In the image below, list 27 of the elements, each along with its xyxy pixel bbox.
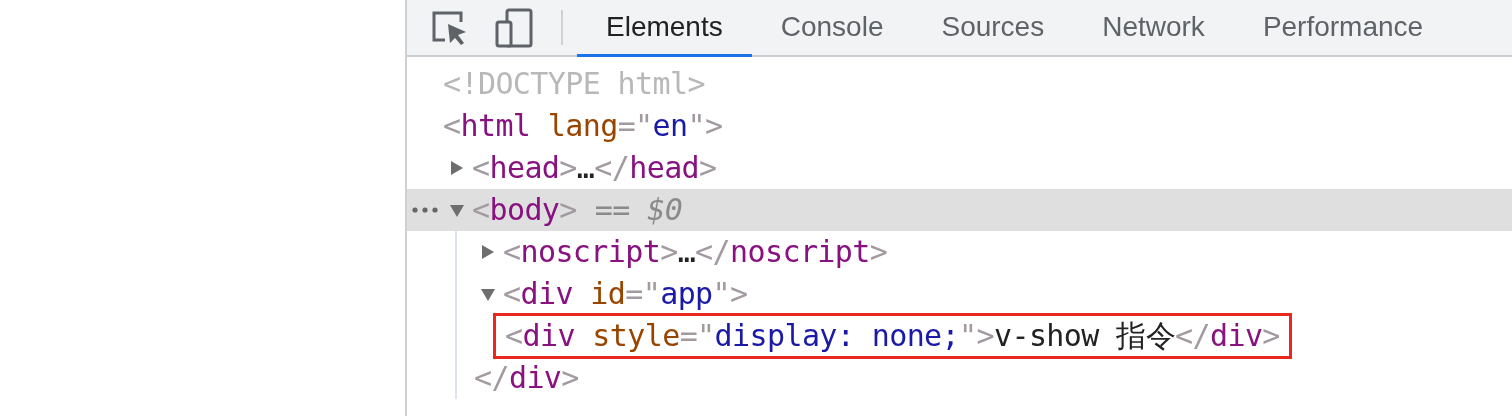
console-reference: == $0 (594, 191, 683, 229)
code-line: <div id="app"> (503, 275, 748, 313)
panel-tab[interactable]: Elements (577, 0, 752, 57)
code-line: <head>…</head> (472, 149, 717, 187)
panel-tab[interactable]: Console (751, 0, 913, 57)
panel-tab[interactable]: Network (1073, 0, 1234, 57)
device-icon[interactable] (495, 7, 533, 48)
panel-tab[interactable]: Performance (1233, 0, 1453, 57)
tree-row[interactable]: <html lang="en"> (407, 105, 1512, 147)
code-line: <noscript>…</noscript> (503, 233, 888, 271)
collapsed-triangle-icon[interactable] (449, 160, 465, 176)
code-line: <div style="display: none;">v-show 指令</div> (505, 317, 1280, 355)
more-icon[interactable] (412, 207, 438, 213)
expanded-triangle-icon[interactable] (449, 202, 465, 218)
code-line: </div> (474, 359, 579, 397)
code-line: <html lang="en"> (443, 107, 723, 145)
tree-row[interactable]: <div id="app"> (407, 273, 1512, 315)
tree-row[interactable]: </div> (407, 357, 1512, 399)
collapsed-triangle-icon[interactable] (480, 244, 496, 260)
code-line: <!DOCTYPE html> (443, 65, 705, 103)
panel-tab[interactable]: Sources (912, 0, 1074, 57)
code-line: <body> (472, 191, 577, 229)
tree-row[interactable]: <head>…</head> (407, 147, 1512, 189)
selected-row[interactable]: <body> == $0 (407, 189, 1512, 231)
tree-row[interactable]: <noscript>…</noscript> (407, 231, 1512, 273)
expanded-triangle-icon[interactable] (480, 286, 496, 302)
tree-row[interactable]: <div style="display: none;">v-show 指令</div> (407, 315, 1512, 357)
